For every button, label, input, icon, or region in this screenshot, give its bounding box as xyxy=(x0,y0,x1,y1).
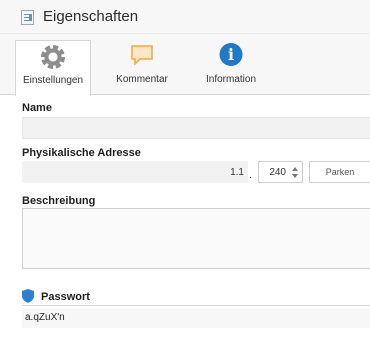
properties-icon xyxy=(21,10,34,25)
address-label: Physikalische Adresse xyxy=(22,147,141,159)
address-row: 1.1 . 240 Parken xyxy=(22,161,370,183)
tab-settings-label: Einstellungen xyxy=(22,75,84,86)
spinner-down-icon[interactable] xyxy=(292,174,298,178)
description-textarea[interactable] xyxy=(22,208,370,269)
password-divider xyxy=(22,305,370,306)
tab-comment[interactable]: Kommentar xyxy=(103,40,181,95)
address-prefix-value: 1.1 xyxy=(230,167,244,178)
tab-comment-label: Kommentar xyxy=(116,74,168,85)
settings-panel: Name Physikalische Adresse 1.1 . 240 Par… xyxy=(0,96,370,343)
password-label: Passwort xyxy=(41,291,90,303)
window-title: Eigenschaften xyxy=(43,8,139,25)
info-icon: i xyxy=(219,43,243,66)
tab-bar: Einstellungen Kommentar i Information xyxy=(0,34,370,96)
address-device-value: 240 xyxy=(269,167,286,178)
name-input[interactable] xyxy=(22,117,370,139)
address-separator: . xyxy=(249,170,252,181)
description-label: Beschreibung xyxy=(22,195,96,207)
title-bar: Eigenschaften xyxy=(0,0,370,34)
address-spinner[interactable] xyxy=(291,165,299,179)
park-button[interactable]: Parken xyxy=(309,161,370,183)
comment-icon xyxy=(131,45,153,66)
address-prefix-field: 1.1 xyxy=(22,161,248,183)
name-label: Name xyxy=(22,102,52,114)
tab-information-label: Information xyxy=(205,74,257,85)
address-device-input[interactable]: 240 xyxy=(258,161,303,183)
spinner-up-icon[interactable] xyxy=(292,167,298,171)
shield-icon xyxy=(22,289,34,303)
password-field[interactable]: a.qZuX'n xyxy=(22,308,370,328)
tab-settings[interactable]: Einstellungen xyxy=(15,40,91,96)
gear-icon xyxy=(41,45,65,69)
tab-information[interactable]: i Information xyxy=(191,40,271,95)
